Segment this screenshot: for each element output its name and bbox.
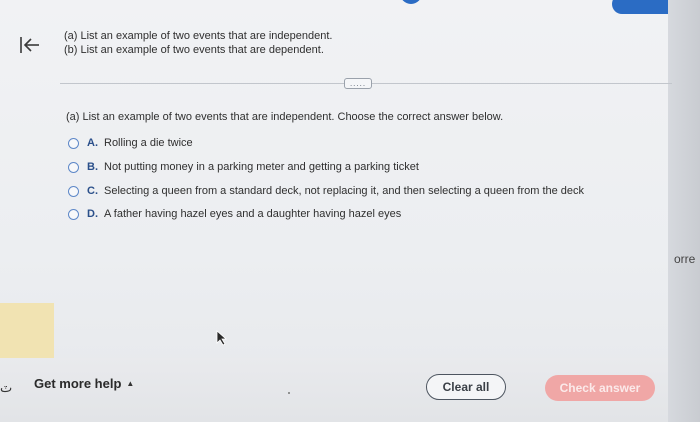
back-to-start-icon[interactable] [17, 33, 41, 57]
right-panel-partial-text: orre [674, 252, 696, 266]
get-more-help-button[interactable]: Get more help ▲ [34, 376, 134, 391]
left-highlight-strip [0, 303, 54, 359]
clear-all-button[interactable]: Clear all [426, 374, 506, 400]
check-answer-button[interactable]: Check answer [545, 375, 655, 401]
app-screen: orre (a) List an example of two events t… [0, 0, 700, 422]
option-text: A father having hazel eyes and a daughte… [104, 208, 402, 220]
divider-drag-handle[interactable]: ..... [344, 78, 372, 89]
option-letter: B. [87, 161, 98, 173]
answer-option-a[interactable]: A. Rolling a die twice [68, 137, 193, 149]
question-header: (a) List an example of two events that a… [64, 29, 332, 57]
get-more-help-label: Get more help [34, 376, 122, 391]
radio-button-c[interactable] [68, 185, 79, 197]
divider-handle-dots: ..... [349, 78, 367, 88]
mouse-pointer-icon [216, 330, 228, 346]
top-progress-indicator [400, 0, 422, 4]
footer-dot [288, 392, 290, 394]
option-text: Selecting a queen from a standard deck, … [104, 185, 585, 197]
radio-button-d[interactable] [68, 208, 79, 220]
answer-option-d[interactable]: D. A father having hazel eyes and a daug… [68, 208, 401, 220]
answer-option-c[interactable]: C. Selecting a queen from a standard dec… [68, 185, 584, 197]
right-side-panel-edge [668, 0, 700, 422]
option-letter: A. [87, 137, 98, 149]
caret-up-icon: ▲ [126, 379, 135, 388]
radio-button-a[interactable] [68, 137, 79, 149]
option-text: Rolling a die twice [104, 137, 193, 149]
answer-option-b[interactable]: B. Not putting money in a parking meter … [68, 161, 419, 173]
option-letter: D. [87, 208, 98, 220]
part-a-prompt: (a) List an example of two events that a… [66, 111, 504, 123]
footer-left-edge-mark: ٽ [0, 380, 13, 395]
question-header-part-b: (b) List an example of two events that a… [64, 44, 324, 56]
back-to-start-icon-svg [20, 37, 39, 53]
radio-button-b[interactable] [68, 161, 79, 173]
question-header-part-a: (a) List an example of two events that a… [64, 30, 333, 42]
option-text: Not putting money in a parking meter and… [104, 161, 419, 173]
option-letter: C. [87, 185, 98, 197]
